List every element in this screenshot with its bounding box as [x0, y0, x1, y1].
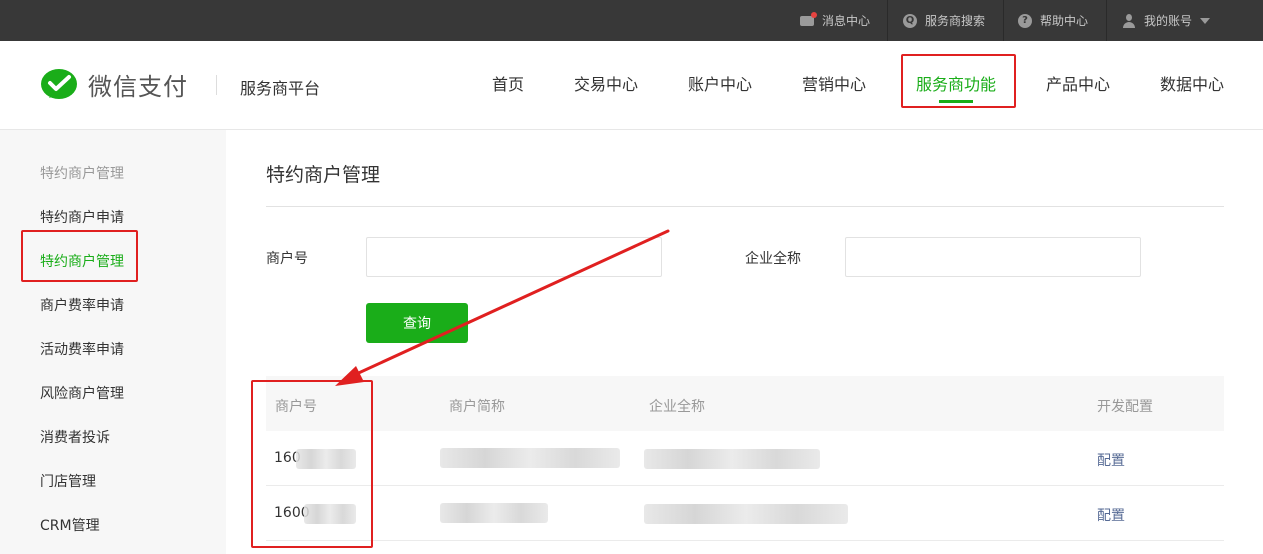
nav-marketing[interactable]: 营销中心 [802, 71, 866, 95]
title-divider [266, 206, 1224, 207]
provider-search-label: 服务商搜索 [925, 14, 986, 28]
main-header: 微信支付 服务商平台 首页 交易中心 账户中心 营销中心 服务商功能 产品中心 … [0, 41, 1263, 130]
provider-search-link[interactable]: Q 服务商搜索 [903, 0, 985, 41]
redacted-merchant-id [304, 504, 356, 524]
merchant-id-input[interactable] [366, 237, 662, 277]
nav-data[interactable]: 数据中心 [1160, 71, 1224, 95]
account-menu[interactable]: 我的账号 [1122, 0, 1211, 41]
sidebar-item-merchant-manage[interactable]: 特约商户管理 [40, 251, 124, 271]
merchant-id-label: 商户号 [266, 251, 308, 267]
table-row: 160 配置 [266, 431, 1224, 486]
company-name-label: 企业全称 [745, 251, 801, 267]
sidebar-group-title: 特约商户管理 [40, 166, 124, 182]
caret-down-icon [1200, 17, 1211, 24]
active-nav-indicator [939, 100, 973, 103]
redacted-short-name [440, 448, 620, 468]
help-icon: ? [1018, 13, 1032, 28]
user-icon [1122, 13, 1136, 28]
messages-link[interactable]: 消息中心 [800, 0, 870, 41]
nav-home[interactable]: 首页 [492, 71, 524, 95]
top-utility-bar: 消息中心 Q 服务商搜索 ? 帮助中心 我的账号 [0, 0, 1263, 41]
brand-logo[interactable]: 微信支付 [40, 67, 188, 102]
topbar-divider [1106, 0, 1107, 41]
sidebar-item-rate-apply[interactable]: 商户费率申请 [40, 295, 124, 315]
sidebar-item-stores[interactable]: 门店管理 [40, 471, 96, 491]
company-name-input[interactable] [845, 237, 1141, 277]
sidebar-item-merchant-apply[interactable]: 特约商户申请 [40, 207, 124, 227]
nav-products[interactable]: 产品中心 [1046, 71, 1110, 95]
sidebar-item-activity-rate[interactable]: 活动费率申请 [40, 339, 124, 359]
page-title: 特约商户管理 [266, 164, 381, 186]
column-header-company: 企业全称 [649, 399, 705, 415]
nav-accounts[interactable]: 账户中心 [688, 71, 752, 95]
topbar-divider [1003, 0, 1004, 41]
search-icon: Q [903, 13, 917, 28]
table-header: 商户号 商户简称 企业全称 开发配置 [266, 376, 1224, 431]
config-link[interactable]: 配置 [1097, 505, 1125, 525]
mail-icon [800, 11, 817, 26]
topbar-divider [887, 0, 888, 41]
brand-name: 微信支付 [88, 73, 188, 101]
redacted-company-name [644, 504, 848, 524]
table-row: 1600 配置 [266, 486, 1224, 541]
account-label: 我的账号 [1144, 14, 1193, 28]
nav-transactions[interactable]: 交易中心 [574, 71, 638, 95]
redacted-merchant-id [296, 449, 356, 469]
wechat-pay-logo-icon [41, 68, 77, 99]
sidebar-item-complaints[interactable]: 消费者投诉 [40, 427, 110, 447]
column-header-merchant-id: 商户号 [275, 399, 317, 415]
help-label: 帮助中心 [1040, 14, 1089, 28]
query-button[interactable]: 查询 [366, 303, 468, 343]
redacted-short-name [440, 503, 548, 523]
sidebar: 特约商户管理 特约商户申请 特约商户管理 商户费率申请 活动费率申请 风险商户管… [0, 130, 226, 554]
messages-label: 消息中心 [822, 14, 871, 28]
column-header-dev-config: 开发配置 [1097, 399, 1153, 415]
nav-provider-functions[interactable]: 服务商功能 [916, 71, 996, 95]
config-link[interactable]: 配置 [1097, 450, 1125, 470]
sidebar-item-crm[interactable]: CRM管理 [40, 515, 100, 535]
logo-divider [216, 75, 217, 95]
sidebar-item-risk-merchant[interactable]: 风险商户管理 [40, 383, 124, 403]
redacted-company-name [644, 449, 820, 469]
help-link[interactable]: ? 帮助中心 [1018, 0, 1088, 41]
column-header-short-name: 商户简称 [449, 399, 505, 415]
platform-name: 服务商平台 [240, 79, 321, 98]
